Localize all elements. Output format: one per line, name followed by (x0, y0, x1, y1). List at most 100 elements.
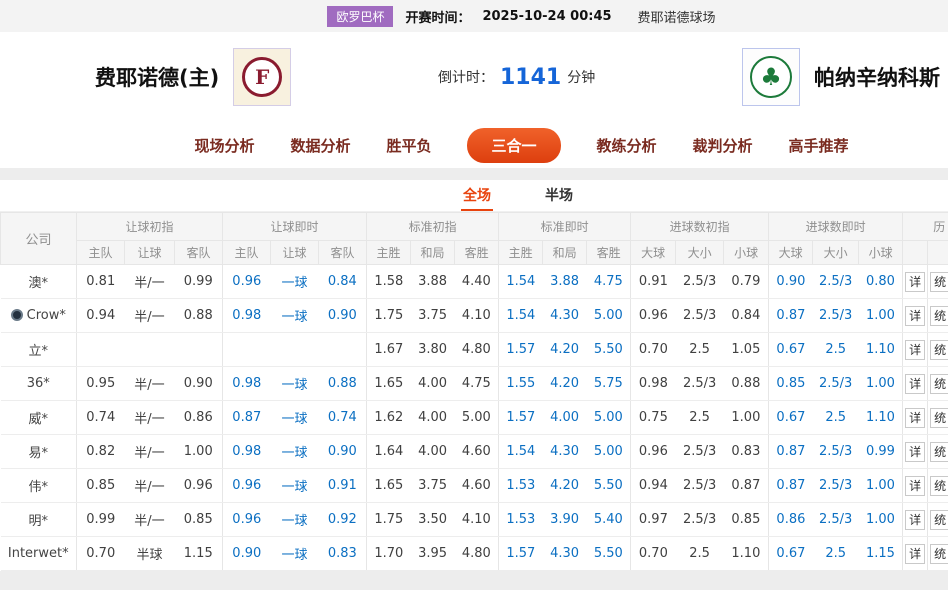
crow-crest-icon (11, 309, 23, 321)
nav-tab[interactable]: 三合一 (467, 128, 560, 163)
odds-cell: 5.00 (587, 435, 631, 469)
odds-cell: 一球 (271, 435, 319, 469)
stats-button[interactable]: 统 (930, 306, 948, 326)
stats-button[interactable]: 统 (930, 374, 948, 394)
odds-cell: 5.50 (587, 469, 631, 503)
detail-button[interactable]: 详 (905, 476, 925, 496)
stats-button[interactable]: 统 (930, 408, 948, 428)
company-name: 明* (28, 514, 48, 529)
odds-cell: 0.95 (77, 367, 125, 401)
odds-cell: 半球 (125, 537, 175, 571)
nav-tab[interactable]: 高手推荐 (789, 135, 849, 156)
odds-cell: 0.85 (724, 503, 769, 537)
odds-cell: 1.58 (367, 265, 411, 299)
odds-cell: 0.84 (319, 265, 367, 299)
table-row: Interwet*0.70半球1.150.90一球0.831.703.954.8… (1, 537, 948, 571)
odds-cell: 2.5/3 (676, 265, 724, 299)
odds-cell: 一球 (271, 401, 319, 435)
sub-header: 让球 (125, 241, 175, 265)
company-cell: 威* (1, 401, 77, 435)
odds-cell: 0.81 (77, 265, 125, 299)
odds-cell: 1.05 (724, 333, 769, 367)
odds-cell: 1.00 (859, 299, 903, 333)
detail-cell: 详 (903, 299, 928, 333)
company-name: 立* (28, 344, 48, 359)
odds-cell: 0.98 (223, 299, 271, 333)
detail-button[interactable]: 详 (905, 408, 925, 428)
detail-cell: 详 (903, 503, 928, 537)
odds-cell: 2.5/3 (676, 503, 724, 537)
odds-cell: 半/一 (125, 469, 175, 503)
detail-button[interactable]: 详 (905, 442, 925, 462)
odds-table-wrap: 公司让球初指让球即时标准初指标准即时进球数初指进球数即时历主队让球客队主队让球客… (0, 212, 948, 571)
table-row: 36*0.95半/一0.900.98一球0.881.654.004.751.55… (1, 367, 948, 401)
odds-cell: 1.75 (367, 503, 411, 537)
stats-button[interactable]: 统 (930, 340, 948, 360)
nav-tab[interactable]: 数据分析 (290, 135, 350, 156)
detail-cell: 详 (903, 265, 928, 299)
odds-cell: 1.00 (175, 435, 223, 469)
odds-cell: 4.30 (543, 299, 587, 333)
odds-cell: 2.5 (813, 333, 859, 367)
odds-cell: 3.88 (411, 265, 455, 299)
odds-cell (175, 333, 223, 367)
table-row: 易*0.82半/一1.000.98一球0.901.644.004.601.544… (1, 435, 948, 469)
odds-cell: 1.15 (859, 537, 903, 571)
odds-cell: 0.87 (724, 469, 769, 503)
nav-tab[interactable]: 裁判分析 (693, 135, 753, 156)
odds-cell: 2.5 (676, 333, 724, 367)
nav-tab[interactable]: 胜平负 (386, 135, 431, 156)
sub-header: 客胜 (455, 241, 499, 265)
odds-cell: 0.86 (769, 503, 813, 537)
odds-cell: 1.54 (499, 299, 543, 333)
stats-button[interactable]: 统 (930, 476, 948, 496)
odds-cell: 0.99 (859, 435, 903, 469)
nav-tab[interactable]: 教练分析 (597, 135, 657, 156)
odds-cell: 一球 (271, 299, 319, 333)
odds-cell: 1.65 (367, 367, 411, 401)
detail-button[interactable]: 详 (905, 340, 925, 360)
odds-cell: 3.80 (411, 333, 455, 367)
stats-button[interactable]: 统 (930, 442, 948, 462)
countdown: 倒计时：1141分钟 (291, 65, 742, 90)
odds-cell: 0.91 (631, 265, 676, 299)
odds-cell: 一球 (271, 537, 319, 571)
top-bar: 欧罗巴杯 开赛时间： 2025-10-24 00:45 费耶诺德球场 (0, 0, 948, 32)
period-tab[interactable]: 半场 (543, 181, 575, 211)
table-row: 威*0.74半/一0.860.87一球0.741.624.005.001.574… (1, 401, 948, 435)
odds-cell: 半/一 (125, 367, 175, 401)
home-team-name: 费耶诺德(主) (95, 62, 219, 92)
odds-cell: 0.67 (769, 537, 813, 571)
stats-button[interactable]: 统 (930, 510, 948, 530)
odds-cell: 1.75 (367, 299, 411, 333)
nav-tab[interactable]: 现场分析 (194, 135, 254, 156)
stats-cell: 统 (928, 367, 948, 401)
odds-cell: 0.96 (223, 503, 271, 537)
odds-cell: 2.5/3 (676, 435, 724, 469)
odds-cell: 3.50 (411, 503, 455, 537)
detail-button[interactable]: 详 (905, 306, 925, 326)
period-tab[interactable]: 全场 (461, 181, 493, 211)
company-name: 易* (28, 446, 48, 461)
detail-button[interactable]: 详 (905, 272, 925, 292)
detail-button[interactable]: 详 (905, 374, 925, 394)
odds-cell: 4.20 (543, 469, 587, 503)
odds-cell (223, 333, 271, 367)
detail-button[interactable]: 详 (905, 510, 925, 530)
stats-button[interactable]: 统 (930, 544, 948, 564)
shamrock-icon: ♣ (750, 56, 792, 98)
odds-cell: 0.99 (175, 265, 223, 299)
sub-header: 客队 (319, 241, 367, 265)
page: 欧罗巴杯 开赛时间： 2025-10-24 00:45 费耶诺德球场 费耶诺德(… (0, 0, 948, 590)
stats-button[interactable]: 统 (930, 272, 948, 292)
detail-cell: 详 (903, 333, 928, 367)
sub-header: 大小 (813, 241, 859, 265)
company-cell: 澳* (1, 265, 77, 299)
detail-button[interactable]: 详 (905, 544, 925, 564)
away-team-logo: ♣ (742, 48, 800, 106)
odds-cell: 0.90 (319, 299, 367, 333)
sub-header: 大球 (631, 241, 676, 265)
company-cell: 明* (1, 503, 77, 537)
odds-cell: 2.5/3 (813, 299, 859, 333)
odds-cell: 半/一 (125, 435, 175, 469)
